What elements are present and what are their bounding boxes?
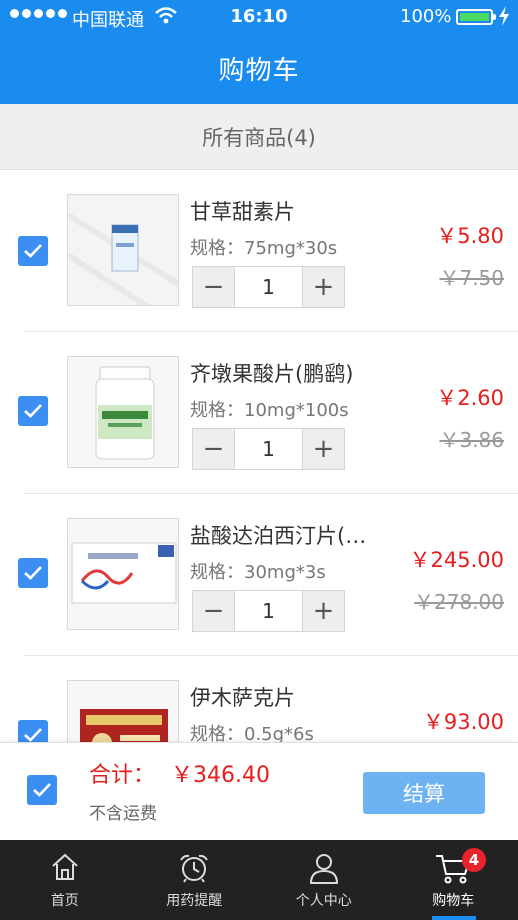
decrease-button[interactable]: − [193,429,234,469]
product-price: ￥5.80 [436,224,504,248]
original-price: ￥3.86 [439,428,504,452]
item-checkbox[interactable] [18,236,48,266]
product-spec: 规格：10mg*100s [190,400,349,421]
product-name[interactable]: 齐墩果酸片(鹏鹞) [190,358,353,388]
product-name[interactable]: 伊木萨克片 [190,682,295,712]
alarm-clock-icon [180,854,209,883]
product-image[interactable] [67,194,179,306]
medicine-box-image [68,195,178,305]
cart-item: 齐墩果酸片(鹏鹞) 规格：10mg*100s − 1 + ￥2.60 ￥3.86 [0,332,518,494]
cart-item: 甘草甜素片 规格：75mg*30s − 1 + ￥5.80 ￥7.50 [0,170,518,332]
tab-home[interactable]: 首页 [0,840,130,920]
increase-button[interactable]: + [303,591,344,631]
increase-button[interactable]: + [303,267,344,307]
battery-icon [456,9,496,25]
quantity-value[interactable]: 1 [234,429,303,469]
item-checkbox[interactable] [18,396,48,426]
cart-count-badge: 4 [462,848,486,872]
quantity-value[interactable]: 1 [234,267,303,307]
product-price: ￥245.00 [409,548,504,572]
cart-item: 盐酸达泊西汀片(… 规格：30mg*3s − 1 + ￥245.00 ￥278.… [0,494,518,656]
tab-label: 首页 [50,893,79,909]
total-price: 合计： ￥346.40 [89,757,270,789]
status-bar: 中国联通 16:10 100% [0,0,518,36]
quantity-value[interactable]: 1 [234,591,303,631]
increase-button[interactable]: + [303,429,344,469]
checkout-button[interactable]: 结算 [363,772,485,814]
checkmark-icon [33,783,51,797]
quantity-stepper: − 1 + [192,590,345,632]
product-price: ￥93.00 [422,710,504,734]
home-icon [52,853,78,880]
select-all-checkbox[interactable] [27,775,57,805]
section-header: 所有商品(4) [0,104,518,170]
tab-cart[interactable]: 购物车 [389,840,518,920]
tab-profile[interactable]: 个人中心 [259,840,389,920]
decrease-button[interactable]: − [193,591,234,631]
checkmark-icon [24,244,42,258]
product-name[interactable]: 甘草甜素片 [190,196,295,226]
checkmark-icon [24,566,42,580]
total-amount: ￥346.40 [171,763,270,788]
decrease-button[interactable]: − [193,267,234,307]
original-price: ￥278.00 [414,590,504,614]
tab-medication-reminder[interactable]: 用药提醒 [130,840,260,920]
item-checkbox[interactable] [18,558,48,588]
quantity-stepper: − 1 + [192,266,345,308]
checkmark-icon [24,404,42,418]
tab-label: 个人中心 [295,893,352,909]
checkmark-icon [24,728,42,742]
original-price: ￥7.50 [439,266,504,290]
product-image[interactable] [67,356,179,468]
shipping-note: 不含运费 [89,804,157,824]
page-title: 购物车 [218,56,300,86]
tab-label: 购物车 [432,893,475,909]
checkout-bar: 合计： ￥346.40 不含运费 结算 [0,742,518,840]
product-price: ￥2.60 [436,386,504,410]
product-spec: 规格：75mg*30s [190,238,338,259]
charging-bolt-icon [499,6,509,26]
section-title: 所有商品(4) [202,125,316,150]
product-image[interactable] [67,518,179,630]
battery-percent: 100% [400,6,452,27]
quantity-stepper: − 1 + [192,428,345,470]
tab-bar: 首页 用药提醒 个人中心 购物车 [0,840,518,920]
product-spec: 规格：30mg*3s [190,562,326,583]
active-tab-indicator [431,916,476,920]
top-bar: 中国联通 16:10 100% 购物车 [0,0,518,104]
medicine-bottle-image [68,357,178,467]
medicine-box-image [68,519,178,629]
product-name[interactable]: 盐酸达泊西汀片(… [190,520,366,550]
total-label: 合计： [89,763,156,788]
tab-label: 用药提醒 [166,893,223,909]
person-icon [309,854,338,884]
